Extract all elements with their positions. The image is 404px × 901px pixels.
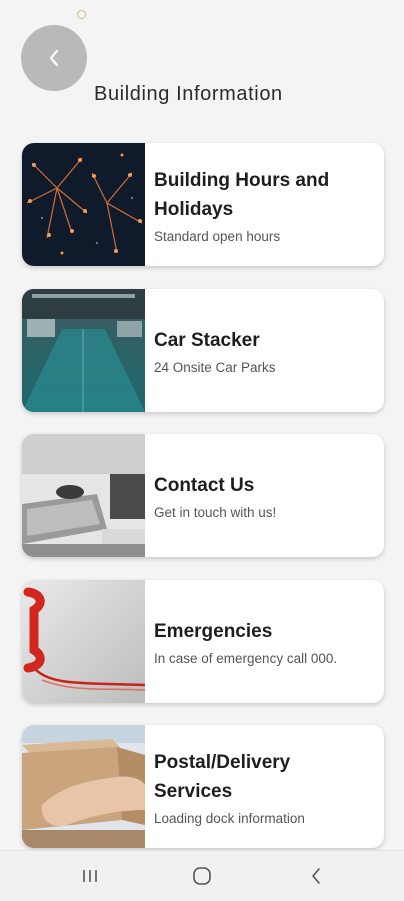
card-title: Building Hours and Holidays <box>154 169 330 220</box>
card-title: Emergencies <box>154 621 273 642</box>
card-subtitle: Standard open hours <box>154 228 281 244</box>
card-postal-delivery[interactable]: Postal/Delivery Services Loading dock in… <box>22 725 384 848</box>
card-subtitle: Get in touch with us! <box>154 505 277 520</box>
card-title: Postal/Delivery Services <box>154 751 291 802</box>
page-title: Building Information <box>94 83 283 105</box>
back-icon <box>312 868 320 884</box>
recent-apps-icon <box>83 870 97 882</box>
card-building-hours[interactable]: Building Hours and Holidays Standard ope… <box>22 143 384 266</box>
card-car-stacker[interactable]: Car Stacker 24 Onsite Car Parks <box>22 289 384 412</box>
fireworks-image <box>22 143 145 266</box>
back-button[interactable] <box>21 25 87 91</box>
card-subtitle: 24 Onsite Car Parks <box>154 360 276 375</box>
delivery-box-image <box>22 725 145 848</box>
home-icon <box>193 867 211 885</box>
recent-apps-button[interactable] <box>70 861 110 891</box>
chevron-left-icon <box>49 49 59 67</box>
card-emergencies[interactable]: Emergencies In case of emergency call 00… <box>22 580 384 703</box>
nav-back-button[interactable] <box>296 861 336 891</box>
office-desk-image <box>22 434 145 557</box>
red-phone-image <box>22 580 145 703</box>
home-button[interactable] <box>182 861 222 891</box>
system-navigation-bar <box>0 850 404 901</box>
car-park-image <box>22 289 145 412</box>
card-subtitle: Loading dock information <box>154 810 305 826</box>
status-indicator-icon <box>77 10 86 19</box>
card-subtitle: In case of emergency call 000. <box>154 651 338 666</box>
card-title: Car Stacker <box>154 330 260 351</box>
card-title: Contact Us <box>154 475 255 496</box>
card-contact-us[interactable]: Contact Us Get in touch with us! <box>22 434 384 557</box>
